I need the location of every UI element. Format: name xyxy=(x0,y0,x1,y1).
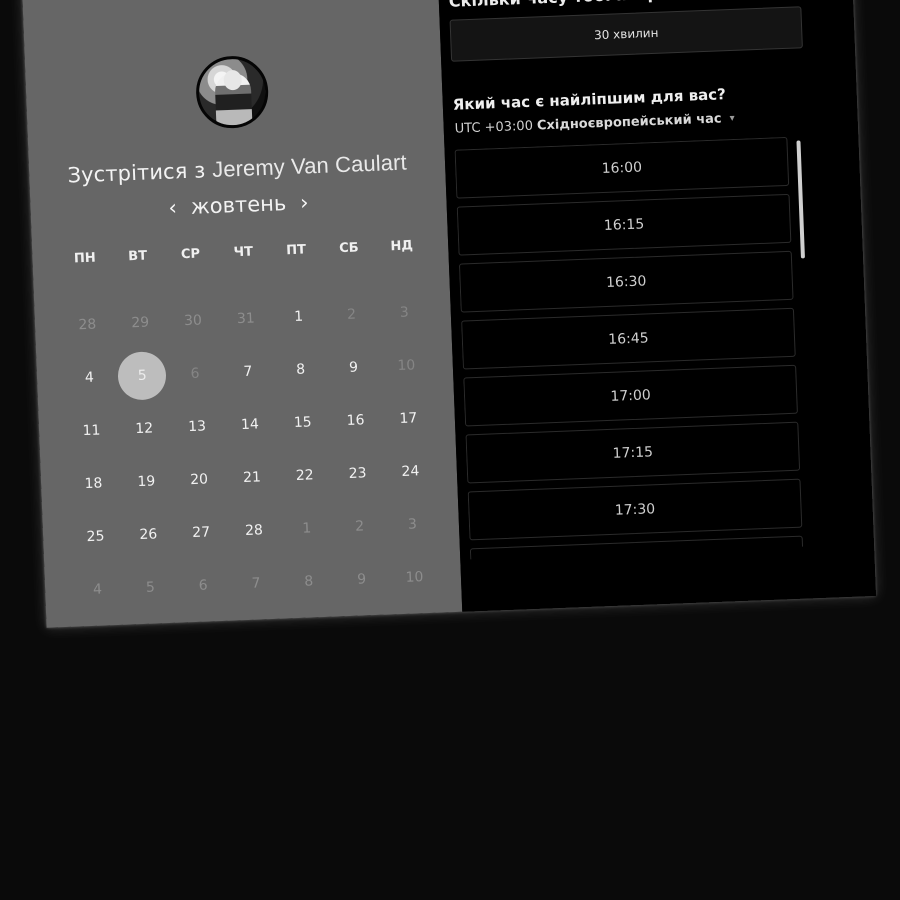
meeting-title-prefix: Зустрітися з xyxy=(67,158,206,188)
weekday-header: ПН ВТ СР ЧТ ПТ СБ НД xyxy=(58,238,429,274)
host-name: Jeremy Van Caulart xyxy=(211,149,408,182)
calendar-day[interactable]: 13 xyxy=(172,401,222,451)
calendar-day: 10 xyxy=(405,568,424,586)
time-slot[interactable]: 16:45 xyxy=(461,307,796,370)
weekday-wed: СР xyxy=(180,246,201,263)
calendar-day[interactable]: 12 xyxy=(119,403,169,453)
weekday-fri: ПТ xyxy=(285,242,307,259)
duration-question: Скільки часу тобі потрібно? xyxy=(448,0,707,11)
caret-down-icon: ▾ xyxy=(729,112,735,125)
calendar-day: 9 xyxy=(356,570,367,588)
time-slot[interactable]: 17:15 xyxy=(465,421,801,484)
calendar-day: 3 xyxy=(399,304,410,321)
calendar-day[interactable]: 19 xyxy=(121,456,171,506)
calendar-day: 8 xyxy=(304,572,314,590)
calendar-day[interactable]: 7 xyxy=(223,346,273,396)
weekday-sun: НД xyxy=(390,238,414,255)
time-slot[interactable]: 17:00 xyxy=(463,364,798,427)
calendar-day[interactable]: 1 xyxy=(274,291,324,341)
time-slot-list: 16:00 16:15 16:30 16:45 17:00 17:15 17:3… xyxy=(454,136,826,560)
timezone-name: Східноєвропейський час xyxy=(536,111,722,134)
calendar-day[interactable]: 21 xyxy=(227,452,277,502)
meeting-title: Зустрітися з Jeremy Van Caulart xyxy=(29,148,446,190)
calendar-weeks: 28 29 30 31 1 2 3 4 5 6 7 8 9 10 11 12 1… xyxy=(60,285,442,617)
previous-month-chevron-icon[interactable]: ‹ xyxy=(168,195,177,219)
calendar-day: 10 xyxy=(397,356,416,374)
calendar-day[interactable]: 14 xyxy=(225,399,275,449)
avatar xyxy=(194,54,270,130)
calendar-day: 31 xyxy=(236,309,256,327)
weekday-tue: ВТ xyxy=(127,248,148,265)
weekday-sat: СБ xyxy=(338,240,359,257)
calendar-day[interactable]: 11 xyxy=(67,405,117,455)
calendar-day[interactable]: 28 xyxy=(229,505,279,555)
calendar-day: 6 xyxy=(190,365,200,382)
calendar-day: 28 xyxy=(78,316,97,333)
calendar-day[interactable]: 8 xyxy=(276,344,326,394)
duration-select[interactable]: 30 хвилин xyxy=(449,6,803,62)
calendar-day[interactable]: 24 xyxy=(386,446,436,496)
calendar-day[interactable]: 4 xyxy=(65,352,115,402)
month-label: жовтень xyxy=(190,191,287,219)
time-slot[interactable]: 17:45 xyxy=(469,535,805,560)
calendar-day: 1 xyxy=(302,519,312,537)
scheduler-card: Зустрітися з Jeremy Van Caulart ‹ жовтен… xyxy=(22,0,876,628)
calendar-day: 7 xyxy=(251,574,261,592)
calendar-day: 30 xyxy=(183,312,203,329)
calendar-day[interactable]: 20 xyxy=(174,454,224,504)
calendar-day: 29 xyxy=(130,314,150,331)
time-slot[interactable]: 16:30 xyxy=(458,250,794,313)
time-selection-panel: Скільки часу тобі потрібно? 30 хвилин Як… xyxy=(437,0,876,612)
calendar-grid: ПН ВТ СР ЧТ ПТ СБ НД 28 29 30 31 1 2 3 4… xyxy=(58,238,442,617)
selected-calendar-day[interactable]: 5 xyxy=(117,350,168,401)
calendar-day: 6 xyxy=(198,576,208,594)
calendar-day: 2 xyxy=(354,517,365,535)
calendar-day[interactable]: 22 xyxy=(280,450,330,500)
calendar-day: 3 xyxy=(407,515,418,533)
next-month-chevron-icon[interactable]: › xyxy=(300,190,309,214)
weekday-thu: ЧТ xyxy=(233,244,254,261)
calendar-day[interactable]: 15 xyxy=(278,397,328,447)
calendar-day: 5 xyxy=(145,579,156,596)
calendar-day: 4 xyxy=(92,581,103,598)
calendar-panel: Зустрітися з Jeremy Van Caulart ‹ жовтен… xyxy=(22,0,463,628)
calendar-day[interactable]: 25 xyxy=(71,511,121,561)
calendar-day[interactable]: 26 xyxy=(123,509,173,559)
calendar-day[interactable]: 16 xyxy=(331,395,381,445)
weekday-mon: ПН xyxy=(73,250,97,267)
time-slot[interactable]: 17:30 xyxy=(467,478,803,541)
calendar-day[interactable]: 17 xyxy=(383,393,433,443)
time-question: Який час є найліпшим для вас? xyxy=(452,85,727,114)
month-navigation: ‹ жовтень › xyxy=(30,187,446,224)
calendar-day[interactable]: 18 xyxy=(69,458,119,508)
timezone-selector[interactable]: UTC +03:00 Східноєвропейський час ▾ xyxy=(454,111,735,137)
time-slot[interactable]: 16:00 xyxy=(454,136,790,199)
timezone-offset: UTC +03:00 xyxy=(454,118,534,137)
calendar-day[interactable]: 23 xyxy=(333,448,383,498)
calendar-day: 2 xyxy=(346,306,357,323)
calendar-day[interactable]: 9 xyxy=(329,342,379,392)
time-slot[interactable]: 16:15 xyxy=(456,193,792,256)
calendar-day[interactable]: 27 xyxy=(176,507,226,557)
screen: Зустрітися з Jeremy Van Caulart ‹ жовтен… xyxy=(0,0,900,900)
